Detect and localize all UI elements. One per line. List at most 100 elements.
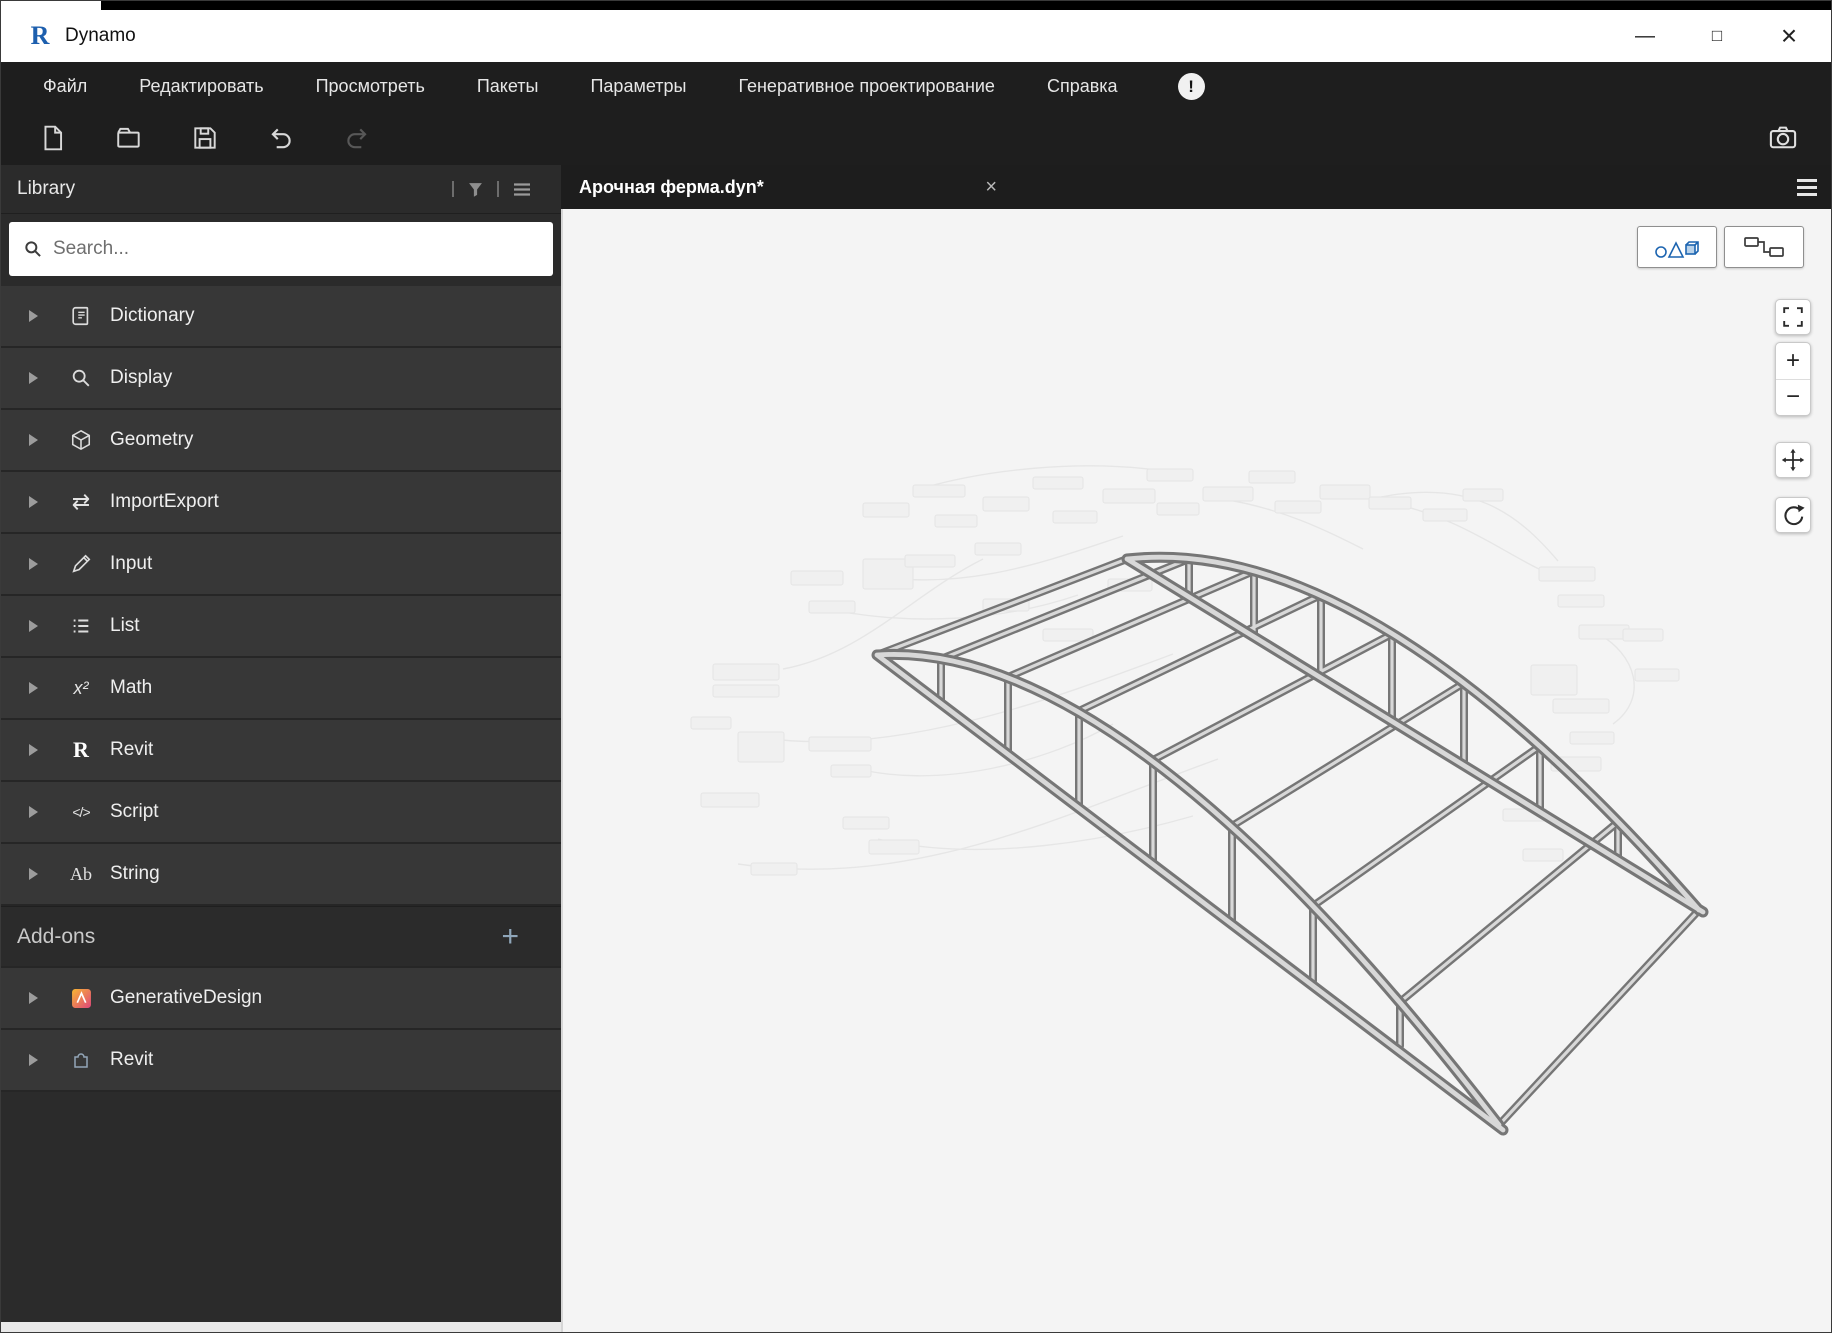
minimize-button[interactable]: — bbox=[1609, 10, 1681, 62]
code-icon: </> bbox=[66, 804, 96, 820]
add-package-button[interactable]: + bbox=[501, 920, 519, 954]
menu-edit[interactable]: Редактировать bbox=[113, 76, 289, 97]
expand-caret-icon[interactable] bbox=[29, 1054, 38, 1066]
workspace-menu-icon[interactable] bbox=[1797, 179, 1817, 196]
swap-arrows-icon: ⇄ bbox=[66, 489, 96, 515]
library-item-list[interactable]: List bbox=[1, 596, 561, 658]
book-icon bbox=[66, 305, 96, 327]
graph-view-icon bbox=[1743, 234, 1785, 260]
library-item-dictionary[interactable]: Dictionary bbox=[1, 286, 561, 348]
addon-item-revit[interactable]: Revit bbox=[1, 1030, 561, 1092]
letters-ab-icon: Ab bbox=[66, 864, 96, 885]
undo-icon bbox=[267, 124, 295, 152]
workspace-canvas[interactable]: + − bbox=[561, 209, 1831, 1332]
expand-caret-icon[interactable] bbox=[29, 310, 38, 322]
expand-caret-icon[interactable] bbox=[29, 868, 38, 880]
zoom-fit-button[interactable] bbox=[1775, 299, 1811, 335]
expand-caret-icon[interactable] bbox=[29, 744, 38, 756]
undo-button[interactable] bbox=[265, 122, 297, 154]
geometry-view-button[interactable] bbox=[1637, 226, 1717, 268]
library-title: Library bbox=[17, 178, 452, 200]
search-input[interactable] bbox=[53, 238, 539, 260]
tab-arched-truss[interactable]: Арочная ферма.dyn* × bbox=[561, 165, 1021, 209]
window-controls: — □ × bbox=[1609, 10, 1825, 62]
new-file-button[interactable] bbox=[37, 122, 69, 154]
expand-caret-icon[interactable] bbox=[29, 434, 38, 446]
library-item-math[interactable]: x² Math bbox=[1, 658, 561, 720]
maximize-button[interactable]: □ bbox=[1681, 10, 1753, 62]
camera-icon bbox=[1768, 123, 1798, 153]
arched-truss-3d-preview bbox=[563, 209, 1831, 1332]
menu-help[interactable]: Справка bbox=[1021, 76, 1144, 97]
library-item-label: Revit bbox=[110, 739, 153, 761]
app-title: Dynamo bbox=[65, 25, 136, 47]
menu-view[interactable]: Просмотреть bbox=[290, 76, 451, 97]
library-item-revit[interactable]: R Revit bbox=[1, 720, 561, 782]
open-file-button[interactable] bbox=[113, 122, 145, 154]
generative-design-icon bbox=[66, 988, 96, 1009]
fit-view-icon bbox=[1781, 305, 1805, 329]
save-button[interactable] bbox=[189, 122, 221, 154]
cube-icon bbox=[66, 429, 96, 451]
notification-alert-icon[interactable]: ! bbox=[1178, 73, 1205, 100]
menu-settings[interactable]: Параметры bbox=[564, 76, 712, 97]
x-squared-icon: x² bbox=[66, 678, 96, 699]
filter-icon[interactable] bbox=[468, 182, 483, 197]
expand-caret-icon[interactable] bbox=[29, 992, 38, 1004]
redo-button[interactable] bbox=[341, 122, 373, 154]
library-sidebar: Library bbox=[1, 165, 561, 1332]
layout-menu-icon[interactable] bbox=[513, 182, 531, 197]
puzzle-icon bbox=[66, 1050, 96, 1070]
expand-caret-icon[interactable] bbox=[29, 558, 38, 570]
addon-item-generativedesign[interactable]: GenerativeDesign bbox=[1, 968, 561, 1030]
close-button[interactable]: × bbox=[1753, 10, 1825, 62]
zoom-out-button[interactable]: − bbox=[1776, 380, 1810, 416]
tab-close-icon[interactable]: × bbox=[979, 176, 1003, 199]
export-image-button[interactable] bbox=[1767, 122, 1799, 154]
library-item-label: Script bbox=[110, 801, 159, 823]
redo-icon bbox=[343, 124, 371, 152]
divider bbox=[452, 181, 454, 197]
expand-caret-icon[interactable] bbox=[29, 682, 38, 694]
library-item-display[interactable]: Display bbox=[1, 348, 561, 410]
title-bar: R Dynamo — □ × bbox=[1, 10, 1831, 62]
library-item-label: List bbox=[110, 615, 140, 637]
library-item-script[interactable]: </> Script bbox=[1, 782, 561, 844]
search-box[interactable] bbox=[9, 222, 553, 276]
divider bbox=[497, 181, 499, 197]
menu-packages[interactable]: Пакеты bbox=[451, 76, 565, 97]
library-item-label: Display bbox=[110, 367, 172, 389]
revit-r-icon: R bbox=[66, 737, 96, 763]
expand-caret-icon[interactable] bbox=[29, 620, 38, 632]
library-item-label: Revit bbox=[110, 1049, 153, 1071]
library-item-geometry[interactable]: Geometry bbox=[1, 410, 561, 472]
zoom-controls: + − bbox=[1775, 342, 1811, 416]
addons-header: Add-ons + bbox=[1, 906, 561, 968]
pencil-icon bbox=[66, 553, 96, 575]
search-area bbox=[1, 214, 561, 286]
magnifier-icon bbox=[66, 367, 96, 389]
new-file-icon bbox=[39, 124, 67, 152]
menu-file[interactable]: Файл bbox=[17, 76, 113, 97]
expand-caret-icon[interactable] bbox=[29, 806, 38, 818]
menu-generative-design[interactable]: Генеративное проектирование bbox=[712, 76, 1021, 97]
view-toggle bbox=[1637, 226, 1804, 268]
library-item-importexport[interactable]: ⇄ ImportExport bbox=[1, 472, 561, 534]
library-item-string[interactable]: Ab String bbox=[1, 844, 561, 906]
pan-button[interactable] bbox=[1775, 442, 1811, 478]
graph-view-button[interactable] bbox=[1724, 226, 1804, 268]
open-folder-icon bbox=[115, 124, 143, 152]
revit-logo-icon: R bbox=[25, 21, 55, 51]
library-item-label: Geometry bbox=[110, 429, 193, 451]
library-item-label: Math bbox=[110, 677, 152, 699]
library-item-input[interactable]: Input bbox=[1, 534, 561, 596]
zoom-in-button[interactable]: + bbox=[1776, 343, 1810, 380]
tab-title: Арочная ферма.dyn* bbox=[579, 177, 979, 198]
dynamo-window: R Dynamo — □ × Файл Редактировать Просмо… bbox=[0, 0, 1832, 1333]
expand-caret-icon[interactable] bbox=[29, 496, 38, 508]
menu-bar: Файл Редактировать Просмотреть Пакеты Па… bbox=[1, 62, 1831, 111]
toolbar bbox=[1, 111, 1831, 165]
orbit-button[interactable] bbox=[1775, 497, 1811, 533]
expand-caret-icon[interactable] bbox=[29, 372, 38, 384]
addons-title: Add-ons bbox=[17, 925, 501, 949]
